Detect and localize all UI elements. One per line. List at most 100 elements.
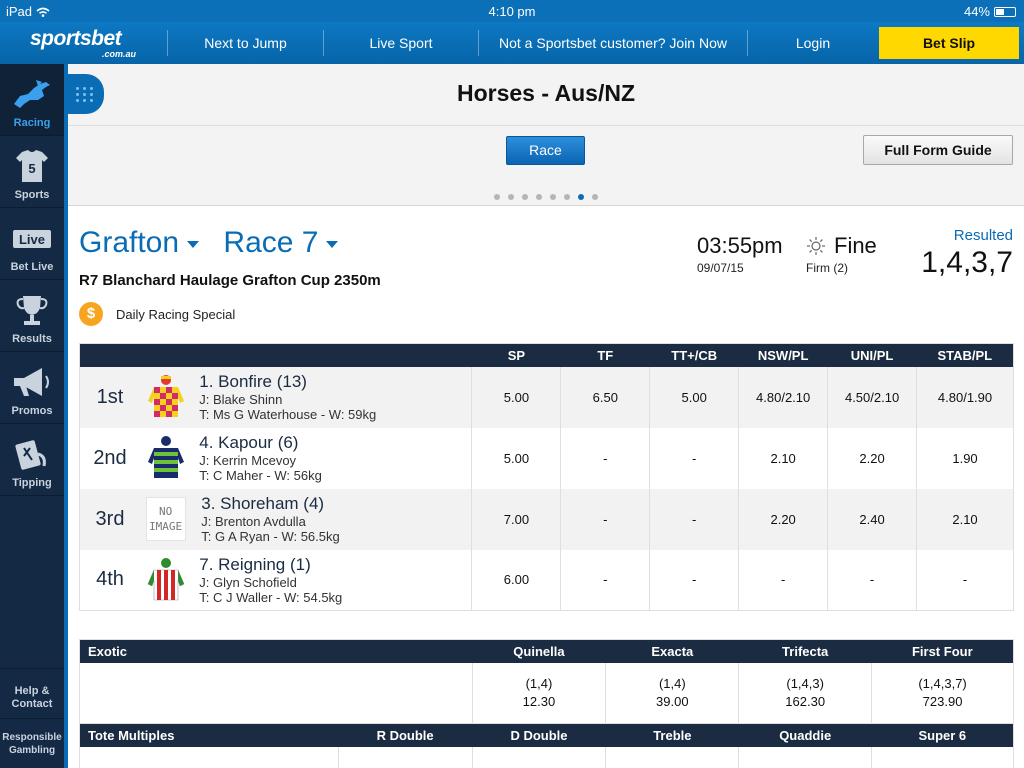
jockey-silks-icon [147,436,184,478]
exotic-cell: (1,4) 12.30 [472,662,607,724]
column-header: First Four [871,639,1014,663]
race-tab-button[interactable]: Race [506,136,585,165]
page-dot[interactable] [536,194,542,200]
race-name: R7 Blanchard Haulage Grafton Cup 2350m [79,272,381,289]
jockey-silks-icon [147,375,184,417]
finish-position: 3rd [95,507,125,530]
runner-name[interactable]: 7. Reigning (1) [199,555,342,575]
dividend-cell: 6.50 [560,366,651,428]
sidebar-item-sports[interactable]: 5 Sports [0,136,64,208]
exotic-cell: (1,4,3,7) 723.90 [872,663,1014,724]
bet-slip-button[interactable]: Bet Slip [879,27,1019,59]
page-dot[interactable] [578,194,584,200]
responsible-gambling-link[interactable]: Responsible Gambling [0,718,64,768]
dividend-cell: - [649,488,740,550]
column-header: Trifecta [738,639,872,663]
column-header: UNI/PL [827,343,917,367]
runner-cell: 3rd NO IMAGE 3. Shoreham (4) J: Brenton A… [79,488,473,550]
table-row [79,746,1014,768]
track-condition: Firm (2) [806,261,848,275]
logo-domain: .com.au [101,49,136,59]
race-number: Race 7 [223,226,319,259]
sidebar: Racing 5 Sports Live Bet Live Results Pr… [0,64,64,768]
finish-position: 4th [96,568,124,591]
empty-cell [871,746,1014,768]
svg-text:5: 5 [28,161,35,176]
exotic-dividend: 12.30 [522,693,556,709]
dividend-cell: 5.00 [649,366,740,428]
runner-name[interactable]: 1. Bonfire (13) [199,372,376,392]
runner-info: 1. Bonfire (13) J: Blake Shinn T: Ms G W… [199,372,376,422]
join-now-link[interactable]: Not a Sportsbet customer? Join Now [479,22,747,64]
table-row[interactable]: 2nd 4. Kapour (6) J: Kerrin Mcevoy T: C … [79,427,1014,489]
megaphone-icon [14,368,49,396]
page-indicator[interactable] [68,187,1024,205]
runner-name[interactable]: 4. Kapour (6) [199,433,322,453]
logo-wordmark: sportsbet [30,27,122,50]
sidebar-item-tipping[interactable]: Tipping [0,424,64,496]
exotic-dividend: 723.90 [922,693,963,709]
dividend-cell: - [738,549,829,611]
venue-dropdown[interactable]: Grafton [79,226,200,259]
login-link[interactable]: Login [748,22,878,64]
runner-info: 3. Shoreham (4) J: Brenton Avdulla T: G … [201,494,340,544]
tote-title: Tote Multiples [79,723,339,747]
jersey-icon: 5 [16,150,48,182]
help-contact-link[interactable]: Help & Contact [0,668,64,718]
battery-fill [996,8,1004,15]
exotics-header-row: Exotic Quinella Exacta Trifecta First Fo… [79,639,1014,663]
dividend-cell: 4.80/1.90 [916,366,1014,428]
page-dot[interactable] [564,194,570,200]
column-header: TT+/CB [649,343,739,367]
column-header: R Double [338,723,473,747]
column-header: TF [560,343,650,367]
sidebar-item-bet-live[interactable]: Live Bet Live [0,208,64,280]
race-number-dropdown[interactable]: Race 7 [223,226,339,259]
sidebar-item-promos[interactable]: Promos [0,352,64,424]
sidebar-item-racing[interactable]: Racing [0,64,64,136]
no-image-text: IMAGE [149,520,183,533]
dividend-cell: 2.10 [916,488,1014,550]
exotics-table: Exotic Quinella Exacta Trifecta First Fo… [79,639,1014,724]
live-sport-link[interactable]: Live Sport [324,22,478,64]
next-to-jump-link[interactable]: Next to Jump [168,22,323,64]
exotic-combination: (1,4) [658,675,686,691]
dividend-cell: 2.10 [738,427,829,489]
race-status: Resulted [953,227,1013,244]
jockey-silks-icon [147,557,185,601]
sun-icon [807,237,825,255]
sportsbet-logo[interactable]: sportsbet .com.au [30,27,140,59]
column-header: SP [471,343,561,367]
column-header: Quinella [472,639,606,663]
daily-racing-special[interactable]: $ Daily Racing Special [79,302,235,326]
runner-cell: 2nd 4. Kapour (6) J: Kerrin Mcevoy T: C … [79,427,473,489]
page-dot[interactable] [508,194,514,200]
column-header: STAB/PL [916,343,1014,367]
trainer-weight: T: C J Waller - W: 54.5kg [199,589,343,605]
page-title: Horses - Aus/NZ [456,80,636,106]
status-time: 4:10 pm [488,4,536,19]
table-row[interactable]: 3rd NO IMAGE 3. Shoreham (4) J: Brenton A… [79,488,1014,550]
page-dot[interactable] [522,194,528,200]
column-header: Super 6 [871,723,1014,747]
sidebar-label-results: Results [12,333,52,345]
dividend-cell: - [649,549,740,611]
chevron-down-icon [187,240,200,248]
page-dot[interactable] [550,194,556,200]
runner-column-header [79,343,472,367]
sidebar-label-sports: Sports [14,189,50,201]
trainer-weight: T: Ms G Waterhouse - W: 59kg [199,407,377,422]
table-row[interactable]: 1st 1. Bonfire (13) J: Blake Shinn T: Ms… [79,366,1014,428]
sidebar-item-results[interactable]: Results [0,280,64,352]
table-row[interactable]: 4th 7. Reigning (1) J: Glyn Schofield T:… [79,549,1014,611]
dollar-coin-icon: $ [79,302,103,326]
battery-icon [994,6,1016,17]
jockey-name: J: Kerrin Mcevoy [199,453,297,468]
live-badge-text: Live [19,232,45,247]
runner-name[interactable]: 3. Shoreham (4) [201,494,340,514]
tipping-icon [15,440,46,470]
page-dot[interactable] [592,194,598,200]
exotic-cell: (1,4,3) 162.30 [738,662,873,724]
page-dot[interactable] [494,194,500,200]
full-form-guide-button[interactable]: Full Form Guide [863,135,1013,165]
